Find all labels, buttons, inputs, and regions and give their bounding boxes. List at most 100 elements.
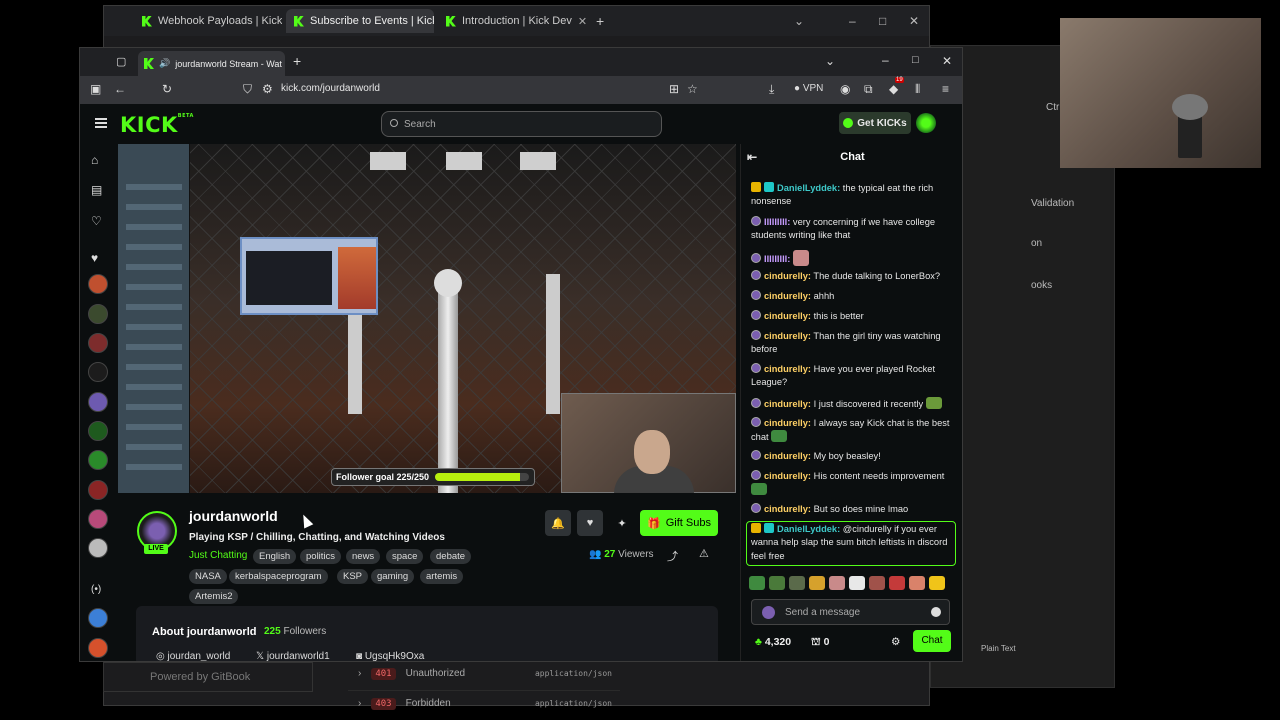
emote-icon[interactable]: [889, 576, 905, 590]
chat-username[interactable]: IIIIIIIII:: [764, 217, 790, 227]
shield-icon[interactable]: ⛉: [243, 82, 252, 97]
puzzle-icon[interactable]: ⧉: [864, 82, 873, 97]
kick-logo[interactable]: KICKBETA: [120, 113, 194, 137]
extension-bars-icon[interactable]: ⦀: [915, 82, 920, 97]
followed-channel-avatar[interactable]: [88, 274, 108, 294]
bg-tab-introduction[interactable]: Introduction | Kick Dev ✕: [438, 9, 586, 33]
close-window-icon[interactable]: ✕: [942, 54, 952, 68]
x-link[interactable]: 𝕏 jourdanworld1: [256, 651, 330, 661]
emote-icon[interactable]: [849, 576, 865, 590]
emote-icon[interactable]: [749, 576, 765, 590]
maximize-icon[interactable]: □: [912, 54, 919, 66]
ext-badge-icon[interactable]: ◆: [889, 82, 898, 96]
follow-button[interactable]: ♥: [577, 510, 603, 536]
user-avatar[interactable]: [916, 113, 936, 133]
bg-tab-subscribe[interactable]: Subscribe to Events | Kick Dev✕: [286, 9, 434, 33]
chat-username[interactable]: cindurelly:: [764, 311, 811, 321]
emote-icon[interactable]: [869, 576, 885, 590]
gift-subs-button[interactable]: 🎁 Gift Subs: [640, 510, 718, 536]
kicks-balance[interactable]: ♣ 4,320: [755, 636, 791, 648]
address-bar[interactable]: kick.com/jourdanworld: [281, 83, 380, 94]
hamburger-menu-icon[interactable]: [95, 118, 107, 128]
chat-username[interactable]: cindurelly:: [764, 331, 811, 341]
bg-tab-webhook[interactable]: Webhook Payloads | Kick Dev✕: [134, 9, 282, 33]
minimize-icon[interactable]: –: [882, 53, 889, 67]
followed-channel-avatar[interactable]: [88, 333, 108, 353]
tag[interactable]: politics: [300, 549, 342, 564]
tag[interactable]: news: [346, 549, 381, 564]
speaker-icon[interactable]: 🔊: [159, 58, 170, 69]
chat-username[interactable]: DanielLyddek:: [777, 524, 840, 534]
emote-icon[interactable]: [909, 576, 925, 590]
back-arrow-icon[interactable]: ←: [114, 82, 126, 96]
report-warning-icon[interactable]: ⚠: [699, 547, 709, 560]
followed-channel-avatar[interactable]: [88, 362, 108, 382]
followed-channel-avatar[interactable]: [88, 538, 108, 558]
video-player[interactable]: Follower goal 225/250: [118, 144, 736, 493]
install-app-icon[interactable]: ⊞: [669, 82, 679, 96]
chat-settings-icon[interactable]: ⚙: [891, 636, 900, 648]
tag[interactable]: debate: [430, 549, 472, 564]
chat-username[interactable]: cindurelly:: [764, 399, 811, 409]
vpn-button[interactable]: ● VPN: [794, 83, 823, 94]
tag[interactable]: English: [253, 549, 297, 564]
search-input[interactable]: Search: [381, 111, 662, 137]
tag[interactable]: Artemis2: [189, 589, 239, 604]
streamer-name[interactable]: jourdanworld: [189, 508, 278, 524]
followed-channel-avatar[interactable]: [88, 480, 108, 500]
chat-username[interactable]: DanielLyddek:: [777, 183, 840, 193]
recommended-channel-avatar[interactable]: [88, 608, 108, 628]
send-chat-button[interactable]: Chat: [913, 630, 951, 652]
chat-username[interactable]: cindurelly:: [764, 291, 811, 301]
close-window-icon[interactable]: ✕: [909, 14, 919, 28]
emote-icon[interactable]: [809, 576, 825, 590]
maximize-icon[interactable]: □: [879, 14, 886, 28]
reload-icon[interactable]: ↻: [162, 82, 172, 96]
store-balance[interactable]: ⛫ 0: [811, 636, 829, 650]
instagram-link[interactable]: ◎ jourdan_world: [156, 651, 230, 661]
emote-icon[interactable]: [769, 576, 785, 590]
chat-username[interactable]: cindurelly:: [764, 364, 811, 374]
recommended-channel-avatar[interactable]: [88, 638, 108, 658]
response-row-403[interactable]: › 403 Forbidden application/json: [348, 690, 620, 716]
bookmark-star-icon[interactable]: ☆: [687, 82, 698, 96]
chevron-down-icon[interactable]: ⌄: [794, 14, 804, 28]
site-settings-icon[interactable]: ⚙: [262, 82, 273, 96]
followed-channel-avatar[interactable]: [88, 450, 108, 470]
tab-kick-stream[interactable]: 🔊 jourdanworld Stream - Wat ✕: [138, 51, 285, 76]
sparkle-button[interactable]: ✦: [609, 510, 635, 536]
chat-username[interactable]: cindurelly:: [764, 504, 811, 514]
chat-username[interactable]: cindurelly:: [764, 418, 811, 428]
sidebar-toggle-icon[interactable]: ▢: [116, 55, 126, 68]
emoji-picker-icon[interactable]: [931, 607, 941, 617]
chat-username[interactable]: IIIIIIIII:: [764, 254, 790, 264]
browse-icon[interactable]: ▤: [91, 183, 102, 197]
tag[interactable]: gaming: [371, 569, 415, 584]
download-icon[interactable]: ⤓: [769, 82, 774, 97]
gitbook-footer[interactable]: Powered by GitBook: [103, 662, 313, 692]
home-icon[interactable]: ⌂: [91, 153, 98, 167]
notification-bell-button[interactable]: 🔔: [545, 510, 571, 536]
chat-message-input[interactable]: Send a message: [751, 599, 950, 625]
discord-link[interactable]: ◙ UgsqHk9Oxa: [356, 651, 424, 661]
minimize-icon[interactable]: –: [849, 14, 856, 28]
response-row-401[interactable]: › 401 Unauthorized application/json: [348, 660, 620, 686]
chat-username[interactable]: cindurelly:: [764, 451, 811, 461]
new-tab-icon[interactable]: +: [293, 53, 301, 69]
tag[interactable]: KSP: [337, 569, 369, 584]
tag[interactable]: NASA: [189, 569, 227, 584]
sidebar-icon[interactable]: ▣: [90, 82, 101, 96]
get-kicks-button[interactable]: Get KICKs: [839, 112, 911, 134]
followed-channel-avatar[interactable]: [88, 509, 108, 529]
followed-channel-avatar[interactable]: [88, 304, 108, 324]
emote-icon[interactable]: [829, 576, 845, 590]
followed-channel-avatar[interactable]: [88, 421, 108, 441]
tag[interactable]: kerbalspaceprogram: [229, 569, 328, 584]
tag[interactable]: artemis: [420, 569, 464, 584]
emote-icon[interactable]: [789, 576, 805, 590]
stream-category[interactable]: Just Chatting: [189, 550, 247, 561]
emote-icon[interactable]: [929, 576, 945, 590]
chat-username[interactable]: cindurelly:: [764, 471, 811, 481]
tag[interactable]: space: [386, 549, 424, 564]
following-heart-icon[interactable]: ♡: [91, 214, 102, 228]
